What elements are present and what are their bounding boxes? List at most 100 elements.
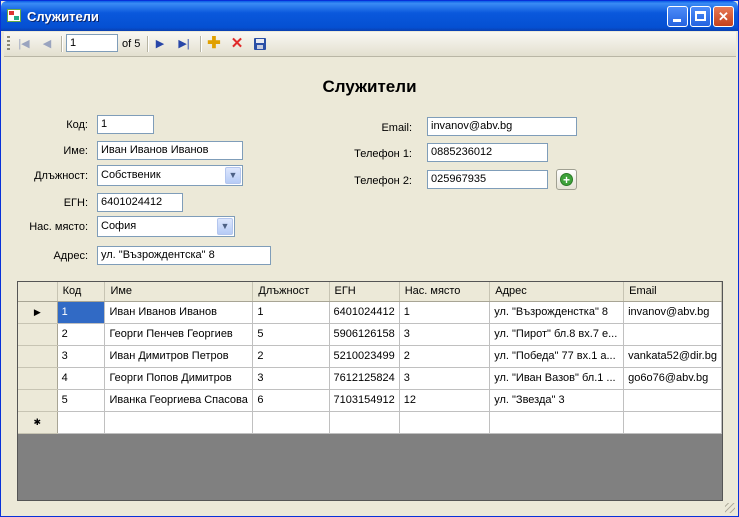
table-cell[interactable]: ул. "Възрожденстка" 8 (489, 301, 625, 324)
maximize-button[interactable] (690, 6, 711, 27)
plus-icon: + (560, 173, 573, 187)
table-cell[interactable]: 6 (252, 389, 330, 412)
table-cell[interactable]: 3 (57, 345, 106, 368)
table-cell[interactable]: ул. "Звезда" 3 (489, 389, 625, 412)
table-cell[interactable]: 12 (399, 389, 491, 412)
table-cell[interactable]: 5906126158 (329, 323, 400, 346)
row-header[interactable] (18, 389, 58, 412)
table-cell[interactable]: 5 (252, 323, 330, 346)
table-cell[interactable]: 7103154912 (329, 389, 400, 412)
phone1-label: Телефон 1: (354, 148, 412, 160)
row-header[interactable] (18, 323, 58, 346)
table-cell[interactable]: Иван Димитров Петров (104, 345, 254, 368)
form-heading: Служители (322, 77, 417, 96)
chevron-down-icon[interactable]: ▼ (217, 218, 233, 235)
table-cell[interactable]: 2 (399, 345, 491, 368)
table-cell[interactable]: 6401024412 (329, 301, 400, 324)
binding-navigator: |◀ ◀ of 5 ▶ ▶| ✚ ✕ (4, 32, 736, 57)
row-header[interactable] (18, 345, 58, 368)
move-next-icon[interactable]: ▶ (152, 36, 168, 52)
code-field[interactable]: 1 (97, 115, 154, 134)
column-header[interactable]: Email (623, 282, 722, 302)
table-cell[interactable]: ул. "Победа" 77 вх.1 а... (489, 345, 625, 368)
table-cell[interactable]: 5210023499 (329, 345, 400, 368)
app-icon[interactable] (7, 9, 21, 22)
close-icon: ✕ (718, 9, 729, 24)
table-cell[interactable] (623, 323, 722, 346)
move-last-icon[interactable]: ▶| (176, 36, 192, 52)
table-cell[interactable]: Георги Пенчев Георгиев (104, 323, 254, 346)
toolbar-grip[interactable] (7, 36, 10, 52)
title-bar[interactable]: Служители ✕ (1, 1, 738, 31)
add-new-icon[interactable]: ✚ (206, 36, 222, 52)
table-cell[interactable]: Иванка Георгиева Спасова (104, 389, 254, 412)
city-combo[interactable]: София ▼ (97, 216, 235, 237)
table-cell[interactable] (104, 411, 254, 434)
column-header[interactable]: Код (57, 282, 106, 302)
column-header[interactable]: ЕГН (329, 282, 400, 302)
email-label: Email: (381, 122, 412, 134)
move-first-icon[interactable]: |◀ (16, 36, 32, 52)
position-input[interactable] (66, 34, 118, 52)
phone1-field[interactable]: 0885236012 (427, 143, 548, 162)
table-cell[interactable] (623, 389, 722, 412)
table-row[interactable]: 3 Иван Димитров Петров 2 5210023499 2 ул… (18, 345, 722, 368)
table-cell[interactable] (623, 411, 722, 434)
minimize-button[interactable] (667, 6, 688, 27)
table-cell[interactable]: 4 (57, 367, 106, 390)
table-cell[interactable]: 7612125824 (329, 367, 400, 390)
table-cell[interactable]: 2 (57, 323, 106, 346)
resize-grip[interactable] (725, 503, 735, 513)
table-cell[interactable] (329, 411, 400, 434)
table-row[interactable]: ▶ 1 Иван Иванов Иванов 1 6401024412 1 ул… (18, 301, 722, 324)
table-cell[interactable]: 5 (57, 389, 106, 412)
table-cell[interactable]: Георги Попов Димитров (104, 367, 254, 390)
phone2-label: Телефон 2: (354, 175, 412, 187)
table-cell[interactable]: invanov@abv.bg (623, 301, 722, 324)
row-header[interactable] (18, 367, 58, 390)
column-header[interactable]: Име (104, 282, 254, 302)
table-cell[interactable] (252, 411, 330, 434)
grid-corner-header[interactable] (18, 282, 58, 302)
new-row-icon[interactable]: ✱ (18, 411, 58, 434)
city-label: Нас. място: (29, 221, 88, 233)
save-icon[interactable] (252, 36, 268, 52)
table-cell[interactable]: 1 (399, 301, 491, 324)
close-button[interactable]: ✕ (713, 6, 734, 27)
address-field[interactable]: ул. "Възрождентска" 8 (97, 246, 271, 265)
table-cell[interactable]: ул. "Пирот" бл.8 вх.7 е... (489, 323, 625, 346)
table-row[interactable]: 2 Георги Пенчев Георгиев 5 5906126158 3 … (18, 323, 722, 346)
add-phone-button[interactable]: + (556, 169, 577, 190)
email-field[interactable]: invanov@abv.bg (427, 117, 577, 136)
table-cell[interactable]: go6o76@abv.bg (623, 367, 722, 390)
egn-field[interactable]: 6401024412 (97, 193, 183, 212)
employees-grid[interactable]: Код Име Длъжност ЕГН Нас. място Адрес Em… (17, 281, 723, 501)
move-previous-icon[interactable]: ◀ (39, 36, 55, 52)
table-cell[interactable]: 3 (399, 367, 491, 390)
toolbar-separator (61, 36, 63, 52)
current-row-icon[interactable]: ▶ (18, 301, 58, 324)
position-combo-value: Собственик (101, 169, 161, 181)
table-cell[interactable]: 1 (252, 301, 330, 324)
phone2-field[interactable]: 025967935 (427, 170, 548, 189)
table-row[interactable]: 5 Иванка Георгиева Спасова 6 7103154912 … (18, 389, 722, 412)
table-cell[interactable]: 2 (252, 345, 330, 368)
table-cell[interactable]: ул. "Иван Вазов" бл.1 ... (489, 367, 625, 390)
table-cell[interactable]: vankata52@dir.bg (623, 345, 722, 368)
table-cell[interactable] (399, 411, 491, 434)
column-header[interactable]: Нас. място (399, 282, 491, 302)
column-header[interactable]: Адрес (489, 282, 625, 302)
table-cell[interactable]: 3 (399, 323, 491, 346)
name-field[interactable]: Иван Иванов Иванов (97, 141, 243, 160)
position-combo[interactable]: Собственик ▼ (97, 165, 243, 186)
new-row[interactable]: ✱ (18, 411, 722, 434)
table-cell[interactable]: Иван Иванов Иванов (104, 301, 254, 324)
table-cell[interactable] (57, 411, 106, 434)
chevron-down-icon[interactable]: ▼ (225, 167, 241, 184)
table-cell[interactable]: 1 (57, 301, 106, 324)
table-row[interactable]: 4 Георги Попов Димитров 3 7612125824 3 у… (18, 367, 722, 390)
table-cell[interactable] (489, 411, 625, 434)
delete-icon[interactable]: ✕ (229, 36, 245, 52)
column-header[interactable]: Длъжност (252, 282, 330, 302)
table-cell[interactable]: 3 (252, 367, 330, 390)
